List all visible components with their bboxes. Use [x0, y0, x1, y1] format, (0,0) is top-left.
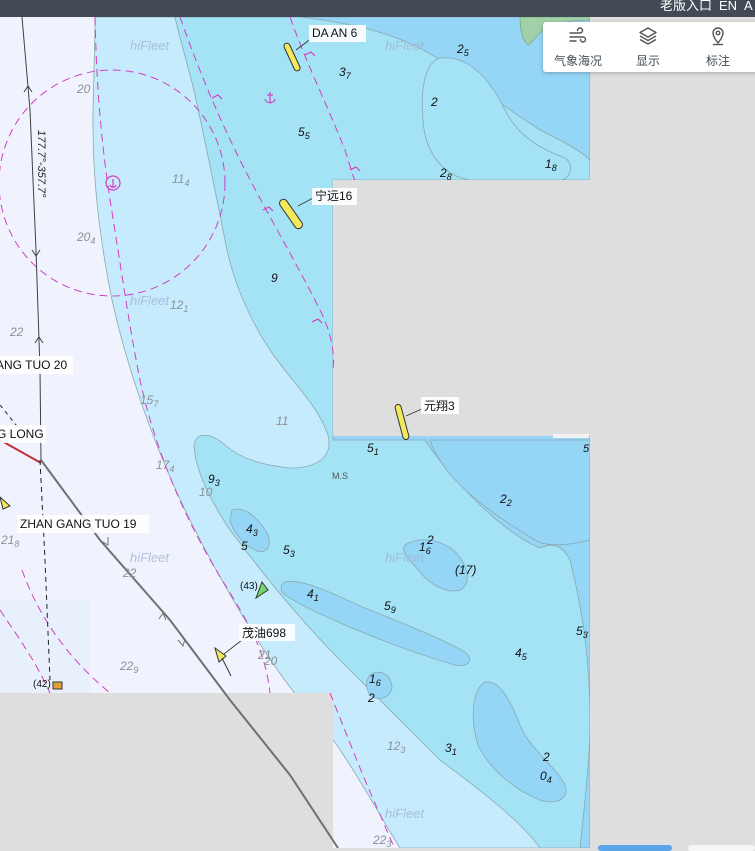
depth-sounding-decimal: 8 [552, 163, 557, 173]
wind-icon [569, 27, 587, 43]
depth-sounding-decimal: 6 [376, 678, 381, 688]
vessel-marker [52, 681, 63, 690]
sounding-partial: 5 [583, 443, 590, 455]
no-data-bottom-left [0, 693, 333, 848]
watermark: hiFleet [385, 806, 425, 821]
depth-sounding-decimal: 4 [184, 178, 189, 188]
vessel-label: G LONG [0, 427, 44, 441]
no-data-middle [333, 180, 590, 436]
vessel-label: 宁远16 [315, 188, 353, 203]
course-label: 177.7°-357.7° [35, 130, 47, 198]
depth-sounding: 2 [426, 533, 434, 547]
font-size-link[interactable]: A [744, 0, 753, 13]
layers-icon [639, 27, 657, 45]
bottom-panel-tab-2[interactable] [688, 845, 755, 851]
vessel-ang-tuo-20[interactable]: ANG TUO 20 [0, 356, 73, 374]
depth-sounding: 22 [122, 566, 137, 580]
vessel-label: ANG TUO 20 [0, 358, 67, 372]
depth-sounding-decimal: 3 [400, 745, 405, 755]
depth-sounding-decimal: 2 [506, 498, 512, 508]
depth-sounding-decimal: 8 [14, 539, 19, 549]
weather-button[interactable]: 气象海况 [543, 22, 613, 72]
depth-sounding: (17) [455, 563, 476, 577]
depth-sounding-decimal: 4 [90, 236, 95, 246]
depth-sounding-decimal: 8 [447, 172, 452, 182]
depth-sounding-decimal: 3 [253, 528, 258, 538]
depth-sounding-decimal: 3 [386, 839, 391, 848]
depth-sounding-decimal: 1 [374, 447, 379, 457]
nautical-chart[interactable]: 177.7°-357.7° hiFleet hiFleet hiFleet hi… [0, 0, 755, 848]
depth-sounding: 2 [542, 750, 550, 764]
top-bar: 老版入口 EN A [0, 0, 755, 17]
depth-sounding: 10 [199, 485, 213, 499]
depth-sounding-decimal: 1 [452, 747, 457, 757]
depth-sounding-decimal: 1 [183, 304, 188, 314]
depth-sounding-decimal: 3 [583, 630, 588, 640]
watermark: hiFleet [130, 550, 170, 565]
depth-sounding-decimal: 6 [426, 546, 431, 556]
depth-sounding: 5 [241, 539, 248, 553]
language-en-link[interactable]: EN [719, 0, 737, 13]
depth-sounding-decimal: 1 [314, 593, 319, 603]
depth-sounding: 2 [367, 691, 375, 705]
watermark: hiFleet [130, 38, 170, 53]
bottom-panel-tab[interactable] [598, 845, 672, 851]
display-button[interactable]: 显示 [613, 22, 683, 72]
annotate-button[interactable]: 标注 [683, 22, 753, 72]
weather-label: 气象海况 [553, 54, 602, 68]
vessel-cluster-count: (42) [33, 679, 51, 690]
annotate-label: 标注 [705, 54, 730, 68]
legacy-entry-link[interactable]: 老版入口 [660, 0, 712, 13]
vessel-partial [553, 434, 589, 438]
depth-sounding: 2 [430, 95, 438, 109]
vessel-cluster-count: (43) [240, 581, 258, 592]
vessel-label: 元翔3 [424, 399, 455, 413]
watermark: hiFleet [130, 293, 170, 308]
depth-sounding: 20 [263, 654, 278, 668]
vessel-label: DA AN 6 [312, 26, 358, 40]
depth-sounding-decimal: 9 [133, 665, 138, 675]
depth-sounding: 9 [271, 271, 278, 285]
vessel-label: ZHAN GANG TUO 19 [20, 517, 137, 531]
depth-sounding: 20 [76, 82, 91, 96]
depth-sounding-decimal: 4 [547, 775, 552, 785]
map-toolbar: 气象海况 显示 标注 [543, 22, 755, 72]
vessel-g-long[interactable]: G LONG [0, 425, 46, 443]
vessel-label: 茂油698 [242, 626, 286, 640]
watermark: hiFleet [385, 38, 425, 53]
depth-sounding-decimal: 3 [290, 549, 295, 559]
depth-sounding-decimal: 9 [391, 605, 396, 615]
depth-sounding: 22 [9, 325, 24, 339]
seabed-note: M.S [332, 471, 348, 481]
depth-sounding-decimal: 3 [215, 478, 220, 488]
map-pin-icon [712, 27, 724, 46]
display-label: 显示 [635, 54, 660, 68]
chart-tiles [0, 16, 755, 848]
depth-sounding: 11 [276, 414, 288, 428]
depth-sounding-decimal: 4 [169, 464, 174, 474]
no-data-right [590, 17, 755, 848]
